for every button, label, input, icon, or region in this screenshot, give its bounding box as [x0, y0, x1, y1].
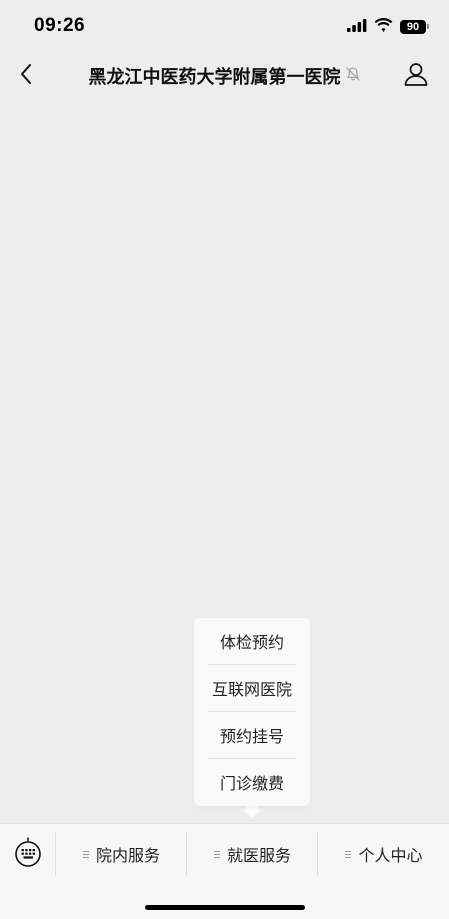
- page-title: 黑龙江中医药大学附属第一医院: [88, 67, 341, 88]
- nav-bar: 黑龙江中医药大学附属第一医院: [0, 48, 449, 104]
- chat-screen: 09:26 90 黑龙江中医药大学附属第一医院 体检预约 互联网医院 预约挂号 …: [0, 0, 449, 919]
- menu-item-medical-services[interactable]: 就医服务: [187, 824, 317, 884]
- submenu-item-physical-exam[interactable]: 体检预约: [208, 618, 296, 665]
- submenu-item-internet-hospital[interactable]: 互联网医院: [208, 665, 296, 712]
- bell-muted-icon: [345, 66, 361, 86]
- wifi-icon: [374, 17, 393, 36]
- menu-item-label: 就医服务: [226, 846, 291, 865]
- submenu-popup: 体检预约 互联网医院 预约挂号 门诊缴费: [194, 618, 310, 806]
- chevron-left-icon: [19, 63, 33, 89]
- chat-info-button[interactable]: [401, 60, 431, 92]
- status-time: 09:26: [34, 15, 86, 36]
- submenu-item-outpatient-payment[interactable]: 门诊缴费: [208, 759, 296, 805]
- keyboard-icon: [14, 837, 42, 871]
- battery-level: 90: [400, 19, 426, 34]
- person-icon: [403, 61, 429, 91]
- back-button[interactable]: [12, 60, 40, 92]
- menu-item-label: 院内服务: [95, 846, 160, 865]
- status-icons: 90: [347, 17, 429, 36]
- submenu-lines-icon: [344, 850, 352, 858]
- menu-item-label: 个人中心: [358, 846, 423, 865]
- home-indicator-area: [0, 884, 449, 919]
- nav-title-area: 黑龙江中医药大学附属第一医院: [60, 48, 389, 104]
- bottom-menu-bar: 院内服务 就医服务 个人中心: [0, 823, 449, 884]
- home-indicator[interactable]: [145, 905, 305, 910]
- submenu-lines-icon: [82, 850, 90, 858]
- cellular-signal-icon: [347, 17, 367, 36]
- menu-item-personal-center[interactable]: 个人中心: [318, 824, 449, 884]
- battery-indicator: 90: [400, 19, 429, 34]
- menu-item-hospital-services[interactable]: 院内服务: [56, 824, 186, 884]
- submenu-lines-icon: [213, 850, 221, 858]
- keyboard-toggle-button[interactable]: [0, 824, 55, 884]
- status-bar: 09:26 90: [0, 0, 449, 48]
- submenu-item-appointment[interactable]: 预约挂号: [208, 712, 296, 759]
